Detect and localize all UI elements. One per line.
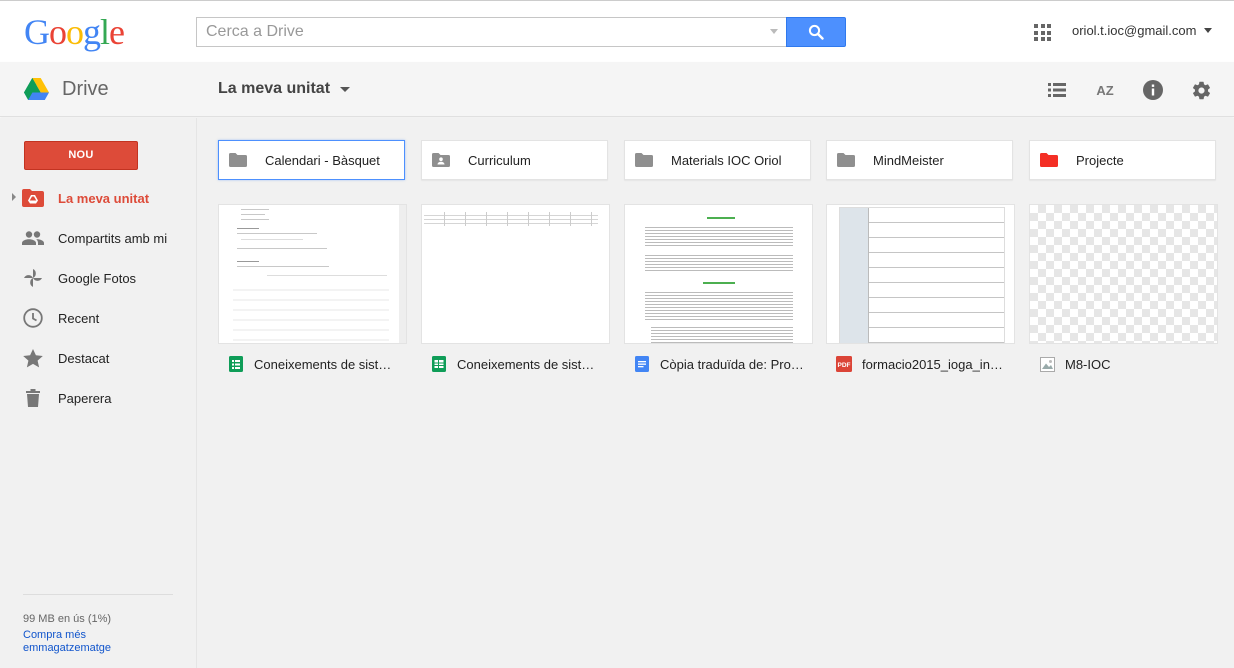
logo-letter: g <box>83 12 101 52</box>
logo-letter: l <box>100 12 110 52</box>
file-name: Còpia traduïda de: Pro… <box>660 356 804 372</box>
sidebar-item-recent[interactable]: Recent <box>0 298 197 338</box>
sort-label: AZ <box>1096 82 1114 98</box>
folder-item[interactable]: MindMeister <box>826 140 1013 180</box>
file-thumbnail <box>218 204 407 344</box>
file-thumbnail <box>1029 204 1218 344</box>
file-item[interactable]: M8-IOC <box>1029 204 1218 384</box>
sidebar-item-shared-with-me[interactable]: Compartits amb mi <box>0 218 197 258</box>
search-input[interactable] <box>196 17 786 47</box>
sidebar-item-my-drive[interactable]: La meva unitat <box>0 178 197 218</box>
drive-logo-icon[interactable] <box>24 78 49 105</box>
sidebar-nav: La meva unitat Compartits amb mi Google … <box>0 178 197 418</box>
top-bar: Google oriol.t.ioc@gmail.com <box>0 0 1234 62</box>
app-title: Drive <box>62 78 109 100</box>
apps-grid-icon[interactable] <box>1034 24 1051 41</box>
sidebar-item-starred[interactable]: Destacat <box>0 338 197 378</box>
search-button[interactable] <box>786 17 846 47</box>
settings-icon[interactable] <box>1189 78 1213 102</box>
sidebar-item-label: Compartits amb mi <box>58 230 168 246</box>
folder-item[interactable]: Projecte <box>1029 140 1216 180</box>
location-label: La meva unitat <box>218 80 331 97</box>
google-docs-icon <box>634 356 650 372</box>
folder-item[interactable]: Calendari - Bàsquet <box>218 140 405 180</box>
my-drive-icon <box>22 187 44 209</box>
file-name: Coneixements de sist… <box>254 356 392 372</box>
file-label: Coneixements de sist… <box>421 344 610 384</box>
account-menu[interactable]: oriol.t.ioc@gmail.com <box>1072 23 1213 38</box>
sidebar-item-label: Destacat <box>58 350 110 366</box>
drive-toolbar: Drive La meva unitat AZ <box>0 62 1234 117</box>
sidebar-item-trash[interactable]: Paperera <box>0 378 197 418</box>
folder-icon <box>837 153 855 167</box>
star-icon <box>22 347 44 369</box>
chevron-down-icon <box>340 86 351 92</box>
file-name: M8-IOC <box>1065 356 1111 372</box>
folder-icon <box>1040 153 1058 167</box>
folder-item[interactable]: Materials IOC Oriol <box>624 140 811 180</box>
folder-name: Curriculum <box>468 152 531 168</box>
file-grid: Calendari - Bàsquet Curriculum Materials… <box>197 118 1234 668</box>
file-label: PDF formacio2015_ioga_in… <box>826 344 1015 384</box>
folder-icon <box>229 153 247 167</box>
search-options-caret-icon[interactable] <box>770 29 778 34</box>
logo-letter: e <box>109 12 125 52</box>
google-logo[interactable]: Google <box>24 12 125 52</box>
file-item[interactable]: Còpia traduïda de: Pro… <box>624 204 813 384</box>
folder-name: Projecte <box>1076 152 1124 168</box>
file-thumbnail <box>826 204 1015 344</box>
logo-letter: o <box>49 12 67 52</box>
new-button[interactable]: NOU <box>24 141 138 170</box>
clock-icon <box>22 307 44 329</box>
sidebar: NOU La meva unitat Compartits amb mi Goo… <box>0 118 197 668</box>
shared-folder-icon <box>432 153 450 167</box>
list-view-icon[interactable] <box>1045 78 1069 102</box>
search-icon <box>808 24 824 40</box>
sort-az-icon[interactable]: AZ <box>1093 78 1117 102</box>
sidebar-item-label: La meva unitat <box>58 190 150 206</box>
file-label: Coneixements de sist… <box>218 344 407 384</box>
folder-item[interactable]: Curriculum <box>421 140 608 180</box>
google-sheets-icon <box>431 356 447 372</box>
file-item[interactable]: Coneixements de sist… <box>218 204 407 384</box>
sidebar-item-google-photos[interactable]: Google Fotos <box>0 258 197 298</box>
expand-arrow-icon[interactable] <box>12 193 16 201</box>
google-forms-icon <box>228 356 244 372</box>
file-item[interactable]: Coneixements de sist… <box>421 204 610 384</box>
file-item[interactable]: PDF formacio2015_ioga_in… <box>826 204 1015 384</box>
account-email: oriol.t.ioc@gmail.com <box>1072 23 1197 38</box>
search-bar <box>196 17 846 47</box>
buy-storage-link[interactable]: Compra més emmagatzematge <box>23 629 173 655</box>
folder-name: Calendari - Bàsquet <box>265 152 380 168</box>
pdf-icon: PDF <box>836 356 852 372</box>
location-menu[interactable]: La meva unitat <box>218 80 351 98</box>
folder-icon <box>635 153 653 167</box>
storage-used: 99 MB en ús (1%) <box>23 613 112 625</box>
sidebar-item-label: Recent <box>58 310 100 326</box>
file-name: Coneixements de sist… <box>457 356 595 372</box>
image-icon <box>1039 356 1055 372</box>
info-icon[interactable] <box>1141 78 1165 102</box>
trash-icon <box>22 387 44 409</box>
storage-info: 99 MB en ús (1%) Compra més emmagatzemat… <box>23 594 173 655</box>
google-photos-icon <box>22 267 44 289</box>
file-label: M8-IOC <box>1029 344 1218 384</box>
shared-people-icon <box>22 227 44 249</box>
logo-letter: G <box>24 12 50 52</box>
transparent-image-preview <box>1030 205 1217 343</box>
file-thumbnail <box>421 204 610 344</box>
file-thumbnail <box>624 204 813 344</box>
sidebar-item-label: Paperera <box>58 390 112 406</box>
pdf-label: PDF <box>838 362 851 369</box>
folder-name: Materials IOC Oriol <box>671 152 782 168</box>
sidebar-item-label: Google Fotos <box>58 270 137 286</box>
logo-letter: o <box>66 12 84 52</box>
file-label: Còpia traduïda de: Pro… <box>624 344 813 384</box>
file-name: formacio2015_ioga_in… <box>862 356 1003 372</box>
chevron-down-icon <box>1204 28 1213 33</box>
folder-name: MindMeister <box>873 152 944 168</box>
